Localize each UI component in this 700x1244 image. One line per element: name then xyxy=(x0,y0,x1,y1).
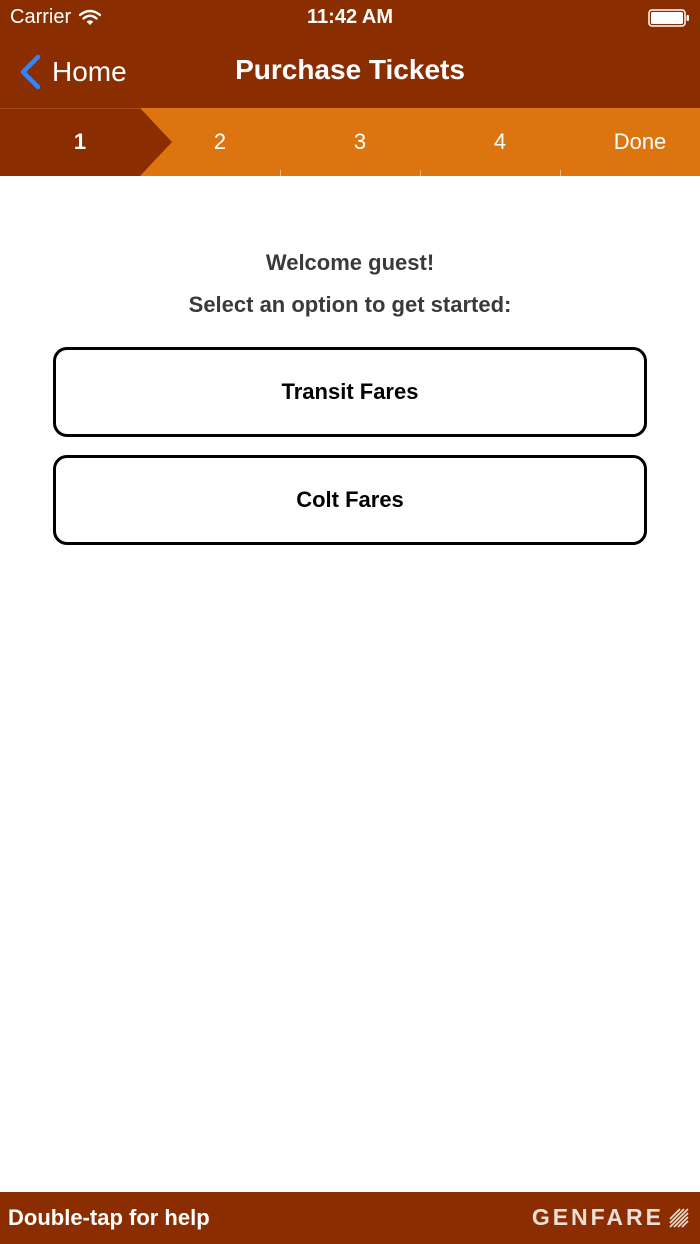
brand-name: GENFARE xyxy=(531,1204,664,1230)
step-4: 4 xyxy=(493,129,507,154)
step-progress-bar: 1 2 3 4 Done xyxy=(0,108,700,176)
page-title: Purchase Tickets xyxy=(235,54,465,85)
step-done: Done xyxy=(613,129,667,154)
help-footer[interactable]: Double-tap for help GENFARE xyxy=(0,1192,700,1244)
help-hint: Double-tap for help xyxy=(8,1205,210,1230)
app-header: Carrier 11:42 AM Home Purchase Tickets xyxy=(0,0,700,108)
genfare-logo-icon xyxy=(669,1207,689,1228)
option-prompt: Select an option to get started: xyxy=(188,292,512,317)
navigation-bar: Home Purchase Tickets xyxy=(0,36,700,108)
status-bar: Carrier 11:42 AM xyxy=(0,0,700,36)
step-3: 3 xyxy=(353,129,367,154)
transit-fares-button[interactable]: Transit Fares xyxy=(53,347,647,437)
step-1: 1 xyxy=(73,129,87,154)
brand-logo: GENFARE xyxy=(532,1204,690,1231)
colt-fares-button[interactable]: Colt Fares xyxy=(53,455,647,545)
step-2: 2 xyxy=(213,129,227,154)
welcome-message: Welcome guest! xyxy=(265,250,435,275)
status-time: 11:42 AM xyxy=(307,6,393,28)
battery-icon xyxy=(648,9,689,27)
main-content: Welcome guest! Select an option to get s… xyxy=(0,176,700,1192)
